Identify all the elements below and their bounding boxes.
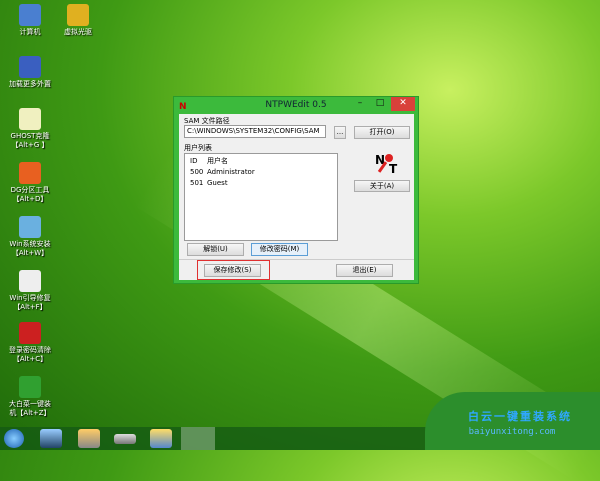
table-row[interactable]: 500 Administrator [185,167,337,178]
change-password-button[interactable]: 修改密码(M) [251,243,308,256]
desktop-icon-item[interactable]: Win系统安装 【Alt+W】 [0,216,60,258]
icon-label: 登录密码清除 [9,346,51,354]
icon-shortcut: 【Alt+G 】 [11,141,49,149]
start-orb-icon[interactable] [4,429,24,448]
icon-shortcut: 【Alt+W】 [11,249,49,257]
desktop-icon[interactable] [40,429,62,448]
cleanup-icon[interactable] [78,429,100,448]
ntpwedit-taskbar-icon[interactable] [181,427,215,450]
user-id: 500 [190,168,204,176]
icon-label: 加载更多外置 [9,80,51,88]
icon-label: GHOST克隆 [10,132,50,140]
window-title: NTPWEdit 0.5 [265,100,327,110]
icon-label: 大白菜一键装 [9,400,51,408]
ghost-icon [19,108,41,130]
about-button[interactable]: 关于(A) [354,180,410,192]
desktop-icon-item[interactable]: 登录密码清除 【Alt+C】 [0,322,60,364]
watermark-title: 白云一键重装系统 [468,410,572,423]
watermark-url: baiyunxitong.com [468,427,556,437]
icon-label: 虚拟光驱 [64,28,92,36]
disc-icon [67,4,89,26]
user-name: Guest [207,179,228,187]
list-header: ID 用户名 [185,156,337,167]
open-button[interactable]: 打开(O) [354,126,410,139]
sam-path-input[interactable]: C:\WINDOWS\SYSTEM32\CONFIG\SAM [184,125,326,138]
title-bar[interactable]: N NTPWEdit 0.5 – □ ✕ [174,97,418,114]
save-button[interactable]: 保存修改(S) [204,264,261,277]
table-row[interactable]: 501 Guest [185,178,337,189]
icon-shortcut: 【Alt+D】 [12,195,48,203]
desktop-icon-item[interactable]: DG分区工具 【Alt+D】 [0,162,60,204]
desktop-icon-item[interactable]: GHOST克隆 【Alt+G 】 [0,108,60,150]
col-username: 用户名 [207,157,228,165]
exit-button[interactable]: 退出(E) [336,264,393,277]
icon-label: DG分区工具 [10,186,50,194]
icon-shortcut: 【Alt+F】 [13,303,47,311]
network-icon [19,56,41,78]
logo-t: T [389,162,398,176]
icon-label: Win系统安装 [9,240,51,248]
window-body: SAM 文件路径 C:\WINDOWS\SYSTEM32\CONFIG\SAM … [179,114,414,280]
computer-icon [19,4,41,26]
unlock-button[interactable]: 解锁(U) [187,243,244,256]
ntpwedit-icon [19,322,41,344]
minimize-button[interactable]: – [350,97,370,111]
partition-icon [19,162,41,184]
user-name: Administrator [207,168,255,176]
ntpwedit-logo-icon: N T [375,153,401,176]
browse-button[interactable]: ... [334,126,346,139]
user-list[interactable]: ID 用户名 500 Administrator 501 Guest [184,153,338,241]
cabbage-icon [19,376,41,398]
desktop-icon-item[interactable]: 加载更多外置 [0,56,60,89]
ntpwedit-window: N NTPWEdit 0.5 – □ ✕ SAM 文件路径 C:\WINDOWS… [173,96,419,284]
icon-shortcut: 【Alt+C】 [12,355,48,363]
user-id: 501 [190,179,204,187]
drive-icon[interactable] [114,434,136,444]
user-list-label: 用户列表 [184,144,212,152]
install-icon [19,216,41,238]
icon-shortcut: 机【Alt+Z】 [9,409,51,417]
desktop-icon-item[interactable]: 大白菜一键装 机【Alt+Z】 [0,376,60,418]
close-button[interactable]: ✕ [391,97,415,111]
watermark: 白云一键重装系统 baiyunxitong.com [425,392,600,450]
desktop-icon-item[interactable]: 虚拟光驱 [48,4,108,37]
repair-kit-icon [19,270,41,292]
col-id: ID [190,157,198,165]
icon-label: Win引导修复 [9,294,51,302]
logo-key [385,154,393,162]
tools-icon[interactable] [150,429,172,448]
maximize-button[interactable]: □ [370,97,390,111]
desktop-icon-item[interactable]: Win引导修复 【Alt+F】 [0,270,60,312]
